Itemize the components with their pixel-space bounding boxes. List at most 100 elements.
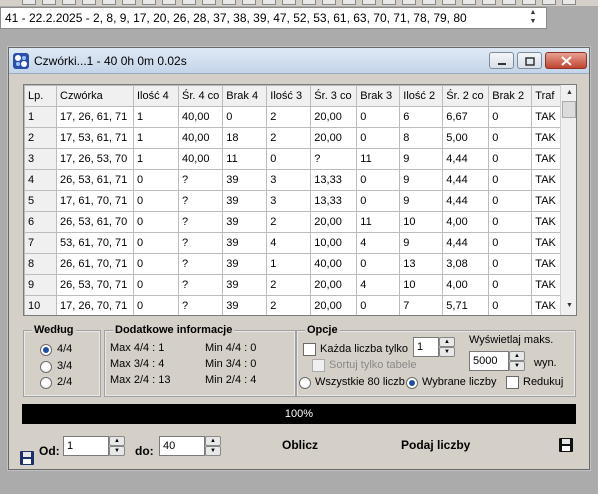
table-header-row: Lp. Czwórka Ilość 4 Śr. 4 co Brak 4 Iloś…: [24, 85, 562, 107]
table-cell: 39: [222, 190, 268, 212]
row-number-cell: 2: [24, 127, 57, 149]
table-cell: 0: [133, 274, 179, 296]
results-grid[interactable]: Lp. Czwórka Ilość 4 Śr. 4 co Brak 4 Iloś…: [23, 84, 577, 316]
od-field[interactable]: 1: [63, 436, 109, 456]
kazda-liczba-spinner[interactable]: ▲ ▼: [439, 337, 455, 357]
window-title: Czwórki...1 - 40 0h 0m 0.02s: [34, 54, 187, 68]
radio-4-4[interactable]: [40, 344, 52, 356]
table-cell: 0: [133, 253, 179, 275]
table-cell: 0: [356, 295, 401, 315]
table-cell: 2: [266, 106, 312, 128]
podaj-liczby-button[interactable]: Podaj liczby: [401, 438, 470, 452]
oblicz-button[interactable]: Oblicz: [282, 438, 318, 452]
table-cell: 3,08: [442, 253, 490, 275]
table-cell: 40,00: [177, 127, 224, 149]
column-header[interactable]: Śr. 4 co: [177, 85, 224, 107]
table-cell: 0: [356, 106, 401, 128]
od-value: 1: [67, 440, 74, 452]
radio-wszystkie[interactable]: [299, 377, 311, 389]
scroll-thumb[interactable]: [562, 101, 576, 118]
table-cell: TAK: [531, 169, 562, 191]
table-cell: 17, 26, 61, 71: [56, 106, 134, 128]
column-header[interactable]: Czwórka: [56, 85, 134, 107]
kazda-liczba-field[interactable]: 1: [413, 337, 439, 357]
column-header[interactable]: Traf: [531, 85, 562, 107]
sortuj-label: Sortuj tylko tabele: [329, 359, 417, 371]
table-cell: TAK: [531, 190, 562, 212]
row-number-cell: 10: [24, 295, 57, 315]
table-cell: 53, 61, 70, 71: [56, 232, 134, 254]
table-cell: 0: [488, 274, 533, 296]
window-titlebar[interactable]: Czwórki...1 - 40 0h 0m 0.02s: [9, 48, 589, 74]
redukuj-checkbox[interactable]: [506, 376, 519, 389]
table-cell: TAK: [531, 148, 562, 170]
table-row[interactable]: 3 17, 26, 53, 70 1 40,00 11 0? 11 9 4,44 0 TAK: [24, 148, 562, 170]
column-header[interactable]: Lp.: [24, 85, 57, 107]
table-row[interactable]: 9 26, 53, 70, 71 0? 39 2 20,00 4 10 4,00 0 TAK: [24, 274, 562, 296]
table-cell: 11: [222, 148, 268, 170]
table-cell: 4,44: [442, 232, 490, 254]
table-cell: 40,00: [177, 148, 224, 170]
do-field[interactable]: 40: [159, 436, 205, 456]
kazda-liczba-checkbox[interactable]: [303, 343, 316, 356]
table-cell: 0: [222, 106, 268, 128]
table-cell: 2: [266, 274, 312, 296]
scroll-up-arrow-icon[interactable]: ▲: [561, 85, 576, 101]
table-cell: 17, 61, 70, 71: [56, 190, 134, 212]
grid-vertical-scrollbar[interactable]: ▲ ▼: [560, 85, 576, 315]
wyswietlaj-field[interactable]: 5000: [469, 351, 509, 371]
table-cell: 13,33: [310, 190, 358, 212]
table-cell: 20,00: [310, 127, 358, 149]
close-button[interactable]: [545, 52, 587, 69]
table-row[interactable]: 1 17, 26, 61, 71 1 40,00 0 2 20,00 0 6 6,67 0 TAK: [24, 106, 562, 128]
table-cell: 11: [356, 148, 401, 170]
column-header[interactable]: Śr. 3 co: [310, 85, 358, 107]
table-row[interactable]: 2 17, 53, 61, 71 1 40,00 18 2 20,00 0 8 5,00 0 TAK: [24, 127, 562, 149]
scroll-down-arrow-icon[interactable]: ▼: [561, 298, 576, 314]
app-icon: [13, 53, 29, 69]
table-cell: ?: [177, 169, 224, 191]
kazda-liczba-label: Każda liczba tylko: [320, 343, 409, 355]
table-cell: 10,00: [310, 232, 358, 254]
column-header[interactable]: Ilość 3: [266, 85, 312, 107]
table-cell: 2: [266, 127, 312, 149]
draw-select-spinner[interactable]: ▲ ▼: [520, 8, 546, 28]
table-row[interactable]: 10 17, 26, 70, 71 0? 39 2 20,00 0 7 5,71 0 TAK: [24, 295, 562, 315]
table-cell: 1: [133, 127, 179, 149]
table-cell: 8: [399, 127, 444, 149]
table-cell: 39: [222, 169, 268, 191]
column-header[interactable]: Brak 4: [222, 85, 268, 107]
draw-select[interactable]: 41 - 22.2.2025 - 2, 8, 9, 17, 20, 26, 28…: [0, 7, 547, 29]
column-header[interactable]: Brak 2: [488, 85, 533, 107]
table-cell: 4,44: [442, 148, 490, 170]
column-header[interactable]: Ilość 4: [133, 85, 179, 107]
save-left-icon[interactable]: [20, 451, 34, 465]
column-header[interactable]: Śr. 2 co: [442, 85, 490, 107]
table-row[interactable]: 5 17, 61, 70, 71 0? 39 3 13,33 0 9 4,44 0 TAK: [24, 190, 562, 212]
radio-2-4[interactable]: [40, 377, 52, 389]
sortuj-checkbox[interactable]: [312, 359, 325, 372]
results-table: Lp. Czwórka Ilość 4 Śr. 4 co Brak 4 Iloś…: [24, 85, 562, 315]
table-row[interactable]: 8 26, 61, 70, 71 0? 39 1 40,00 0 13 3,08 0 TAK: [24, 253, 562, 275]
wyswietlaj-spinner[interactable]: ▲ ▼: [509, 351, 525, 371]
maximize-button[interactable]: [517, 52, 542, 69]
column-header[interactable]: Brak 3: [356, 85, 401, 107]
save-right-icon[interactable]: [559, 438, 573, 452]
do-spinner[interactable]: ▲ ▼: [205, 436, 221, 456]
column-header[interactable]: Ilość 2: [399, 85, 444, 107]
table-row[interactable]: 4 26, 53, 61, 71 0? 39 3 13,33 0 9 4,44 0 TAK: [24, 169, 562, 191]
table-cell: 20,00: [310, 295, 358, 315]
table-cell: 4,00: [442, 274, 490, 296]
table-cell: 1: [133, 106, 179, 128]
table-row[interactable]: 7 53, 61, 70, 71 0? 39 4 10,00 4 9 4,44 0 TAK: [24, 232, 562, 254]
radio-wybrane[interactable]: [406, 377, 418, 389]
radio-3-4-label: 3/4: [57, 360, 73, 372]
minimize-button[interactable]: [489, 52, 514, 69]
wyswietlaj-label: Wyświetlaj maks.: [469, 334, 554, 346]
table-cell: 0: [488, 190, 533, 212]
table-cell: 20,00: [310, 274, 358, 296]
od-spinner[interactable]: ▲ ▼: [109, 436, 125, 456]
redukuj-label: Redukuj: [523, 376, 564, 388]
table-row[interactable]: 6 26, 53, 61, 70 0? 39 2 20,00 11 10 4,00 0 TAK: [24, 211, 562, 233]
radio-3-4[interactable]: [40, 361, 52, 373]
